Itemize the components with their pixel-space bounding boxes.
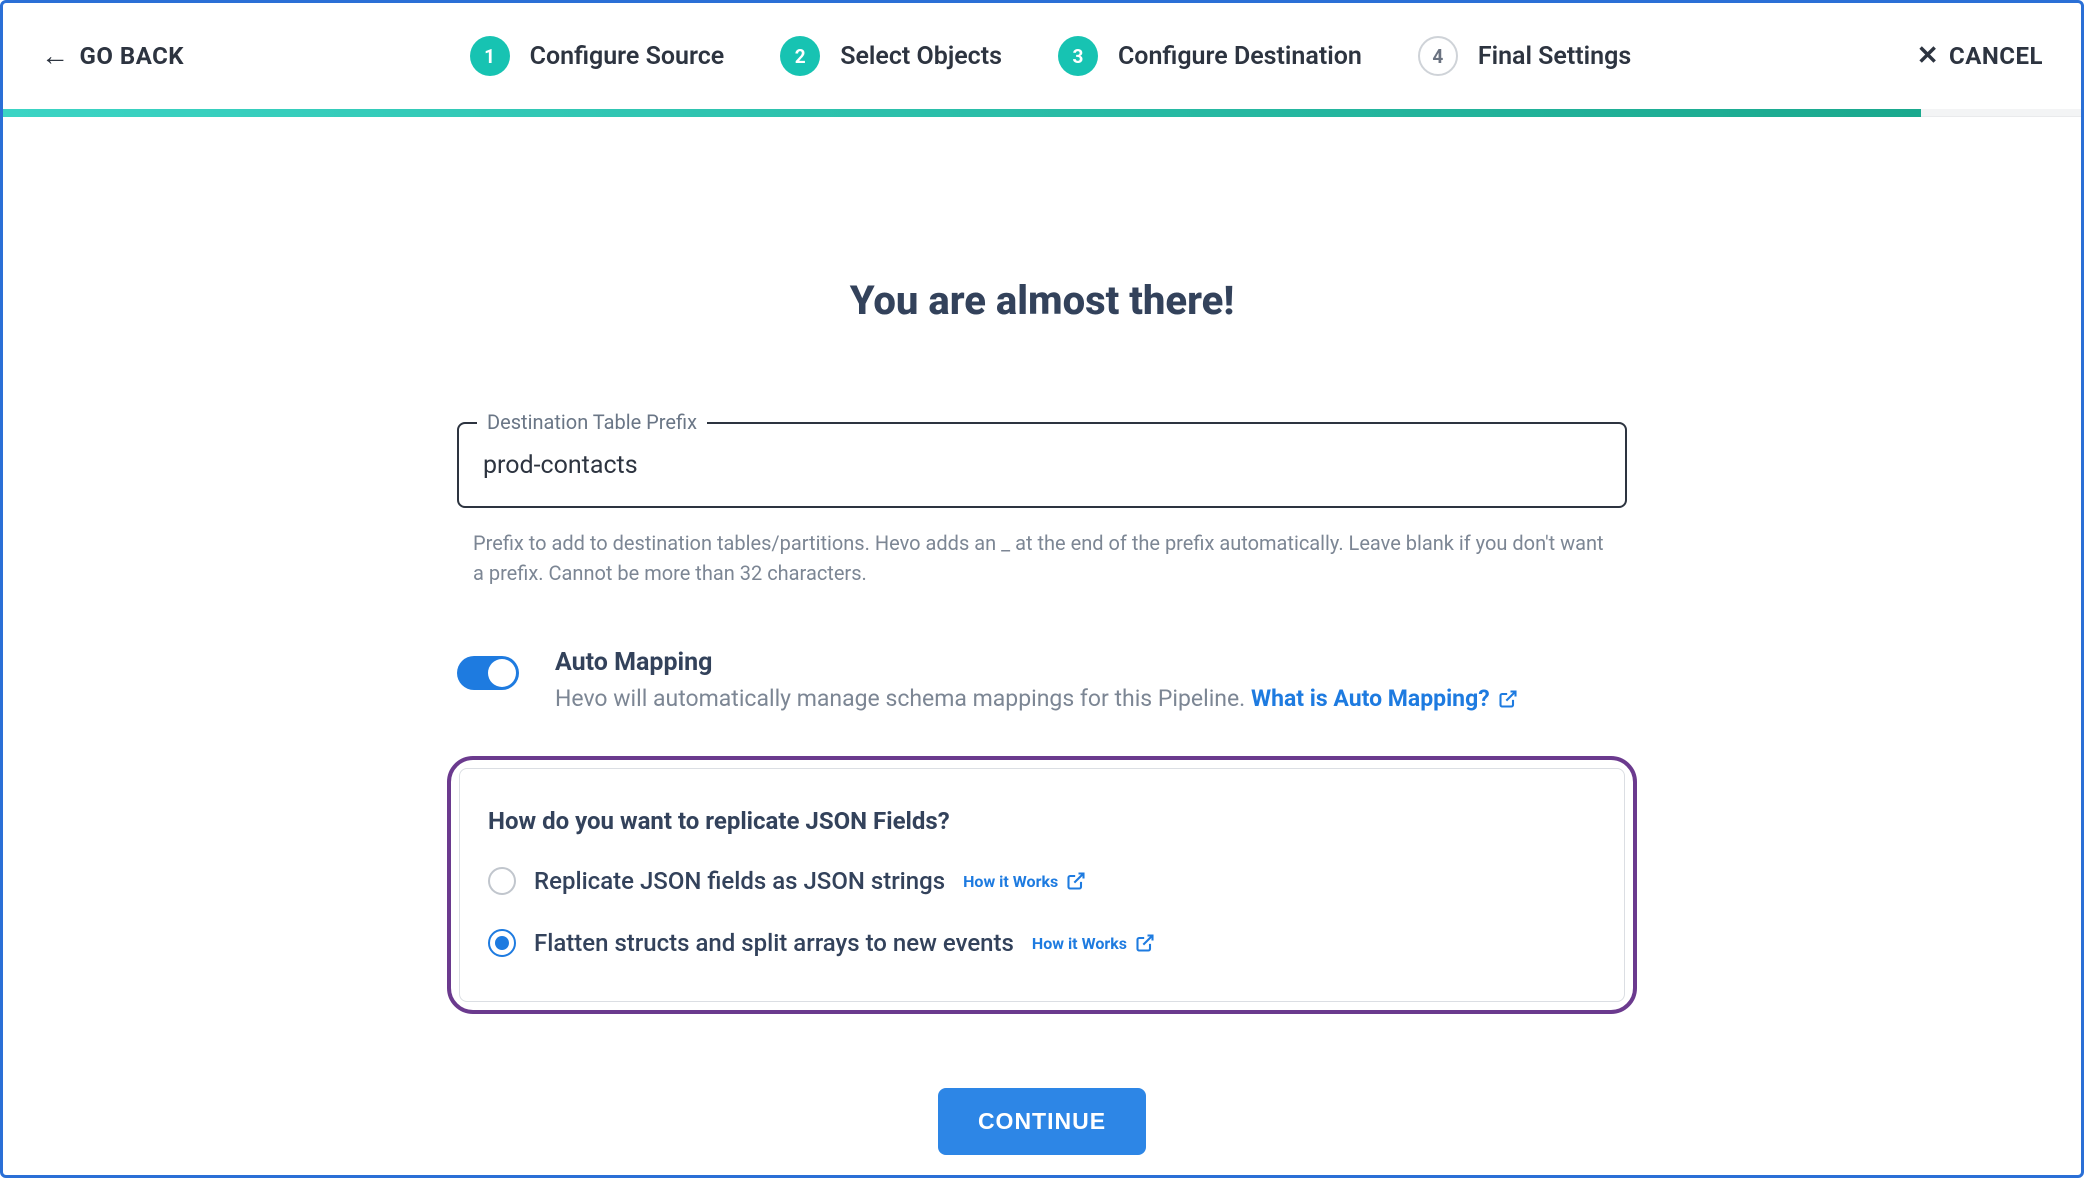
how-it-works-text: How it Works — [1032, 934, 1127, 953]
destination-table-prefix-input[interactable] — [457, 422, 1627, 508]
main-content: You are almost there! Destination Table … — [3, 117, 2081, 1155]
json-fields-panel: How do you want to replicate JSON Fields… — [447, 756, 1637, 1014]
go-back-button[interactable]: ← GO BACK — [41, 42, 184, 70]
auto-mapping-desc-text: Hevo will automatically manage schema ma… — [555, 685, 1251, 712]
close-icon: ✕ — [1917, 43, 1939, 69]
prefix-field-wrap: Destination Table Prefix — [457, 422, 1627, 508]
radio-label: Flatten structs and split arrays to new … — [534, 929, 1014, 957]
auto-mapping-text: Auto Mapping Hevo will automatically man… — [555, 648, 1518, 712]
json-panel-title: How do you want to replicate JSON Fields… — [488, 807, 1596, 835]
auto-mapping-link-text: What is Auto Mapping? — [1251, 685, 1490, 712]
page-title: You are almost there! — [850, 277, 1235, 324]
external-link-icon — [1498, 689, 1518, 709]
stepper: 1 Configure Source 2 Select Objects 3 Co… — [470, 36, 1632, 76]
how-it-works-link[interactable]: How it Works — [963, 871, 1086, 891]
cancel-button[interactable]: ✕ CANCEL — [1917, 42, 2043, 70]
external-link-icon — [1135, 933, 1155, 953]
auto-mapping-section: Auto Mapping Hevo will automatically man… — [457, 648, 1627, 712]
external-link-icon — [1066, 871, 1086, 891]
progress-bar — [3, 109, 2081, 117]
step-label: Configure Destination — [1118, 42, 1362, 71]
progress-fill — [3, 109, 1921, 117]
step-number: 2 — [780, 36, 820, 76]
continue-button[interactable]: CONTINUE — [938, 1088, 1146, 1155]
prefix-field-label: Destination Table Prefix — [477, 410, 707, 434]
json-fields-inner: How do you want to replicate JSON Fields… — [459, 768, 1625, 1002]
app-frame: { "header": { "go_back": "GO BACK", "can… — [0, 0, 2084, 1178]
toggle-knob — [488, 659, 516, 687]
radio-flatten-structs[interactable]: Flatten structs and split arrays to new … — [488, 929, 1596, 957]
auto-mapping-link[interactable]: What is Auto Mapping? — [1251, 685, 1518, 712]
radio-input[interactable] — [488, 929, 516, 957]
step-select-objects[interactable]: 2 Select Objects — [780, 36, 1002, 76]
auto-mapping-title: Auto Mapping — [555, 648, 1518, 677]
step-configure-source[interactable]: 1 Configure Source — [470, 36, 725, 76]
how-it-works-link[interactable]: How it Works — [1032, 933, 1155, 953]
auto-mapping-desc: Hevo will automatically manage schema ma… — [555, 685, 1518, 712]
step-number: 3 — [1058, 36, 1098, 76]
radio-input[interactable] — [488, 867, 516, 895]
step-number: 1 — [470, 36, 510, 76]
radio-label: Replicate JSON fields as JSON strings — [534, 867, 945, 895]
prefix-helper-text: Prefix to add to destination tables/part… — [457, 528, 1627, 588]
step-label: Configure Source — [530, 42, 725, 71]
radio-json-strings[interactable]: Replicate JSON fields as JSON strings Ho… — [488, 867, 1596, 895]
step-configure-destination[interactable]: 3 Configure Destination — [1058, 36, 1362, 76]
step-label: Final Settings — [1478, 42, 1631, 71]
step-label: Select Objects — [840, 42, 1002, 71]
auto-mapping-toggle[interactable] — [457, 656, 519, 690]
how-it-works-text: How it Works — [963, 872, 1058, 891]
wizard-header: ← GO BACK 1 Configure Source 2 Select Ob… — [3, 3, 2081, 109]
step-number: 4 — [1418, 36, 1458, 76]
go-back-label: GO BACK — [80, 42, 185, 70]
arrow-left-icon: ← — [41, 42, 70, 70]
step-final-settings[interactable]: 4 Final Settings — [1418, 36, 1631, 76]
cancel-label: CANCEL — [1949, 42, 2043, 70]
